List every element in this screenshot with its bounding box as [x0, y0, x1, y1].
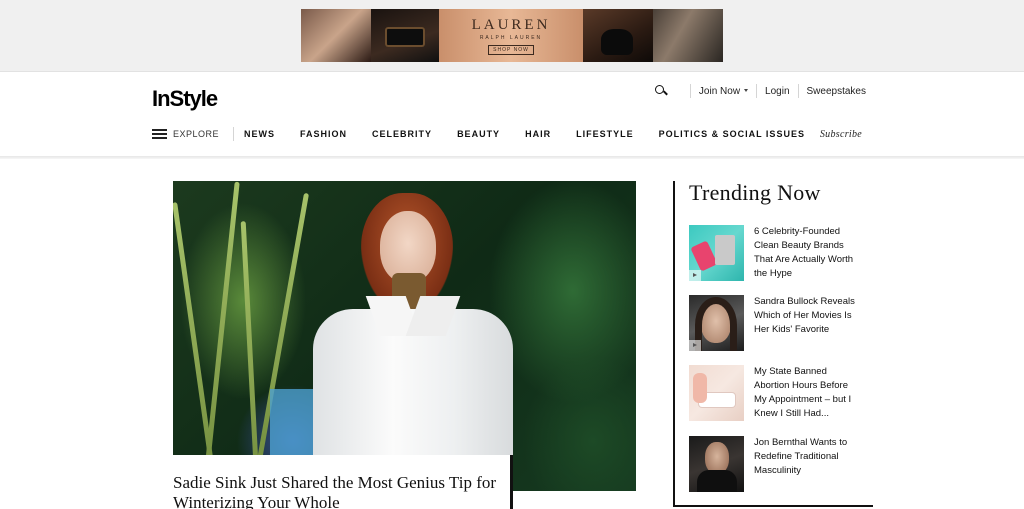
divider [797, 84, 799, 98]
trending-item[interactable]: Sandra Bullock Reveals Which of Her Movi… [689, 295, 869, 351]
trending-item-title: Jon Bernthal Wants to Redefine Tradition… [754, 437, 848, 476]
trending-title: Trending Now [689, 180, 821, 205]
join-now-button[interactable]: Join Now [698, 85, 749, 97]
nav-item-politics[interactable]: POLITICS & SOCIAL ISSUES [659, 129, 805, 139]
main-nav: EXPLORE NEWS FASHION CELEBRITY BEAUTY HA… [152, 124, 862, 144]
play-icon [689, 270, 701, 281]
nav-item-celebrity[interactable]: CELEBRITY [372, 129, 432, 139]
header-divider [0, 156, 1024, 159]
divider [689, 84, 691, 98]
trending-item-title: Sandra Bullock Reveals Which of Her Movi… [754, 296, 855, 335]
hero-caption-box: Sadie Sink Just Shared the Most Genius T… [173, 455, 513, 509]
ad-photo-1 [301, 9, 371, 62]
trending-thumbnail [689, 295, 744, 351]
advertisement-banner[interactable]: LAUREN RALPH LAUREN SHOP NOW [301, 9, 723, 62]
explore-menu[interactable]: EXPLORE [173, 129, 219, 139]
trending-thumbnail [689, 225, 744, 281]
trending-thumbnail [689, 436, 744, 492]
plant-stem [240, 221, 261, 491]
trending-item-title: 6 Celebrity-Founded Clean Beauty Brands … [754, 226, 854, 279]
trending-divider [673, 181, 675, 507]
play-icon [689, 340, 701, 351]
plant-stem [201, 181, 240, 491]
ad-photo-bag [583, 9, 653, 62]
search-icon[interactable] [654, 84, 668, 98]
trending-divider [673, 505, 873, 507]
ad-brand-panel: LAUREN RALPH LAUREN SHOP NOW [439, 9, 583, 62]
sweepstakes-link[interactable]: Sweepstakes [807, 86, 866, 97]
trending-item-title: My State Banned Abortion Hours Before My… [754, 366, 852, 419]
trending-item[interactable]: Jon Bernthal Wants to Redefine Tradition… [689, 436, 869, 492]
nav-item-fashion[interactable]: FASHION [300, 129, 347, 139]
ad-brand: LAUREN [471, 16, 551, 33]
trending-thumbnail [689, 365, 744, 421]
hero-headline[interactable]: Sadie Sink Just Shared the Most Genius T… [173, 473, 503, 509]
utility-bar: Join Now Login Sweepstakes [654, 82, 866, 100]
ad-subbrand: RALPH LAUREN [479, 34, 543, 41]
hero-image[interactable] [173, 181, 636, 491]
ad-band: LAUREN RALPH LAUREN SHOP NOW [0, 0, 1024, 72]
subscribe-link[interactable]: Subscribe [820, 129, 862, 140]
trending-item[interactable]: 6 Celebrity-Founded Clean Beauty Brands … [689, 225, 869, 281]
nav-item-lifestyle[interactable]: LIFESTYLE [576, 129, 634, 139]
ad-photo-handbag [371, 9, 439, 62]
nav-item-beauty[interactable]: BEAUTY [457, 129, 500, 139]
nav-item-hair[interactable]: HAIR [525, 129, 551, 139]
plant-stem [173, 202, 219, 491]
ad-photo-models [653, 9, 723, 62]
ad-shop-now-button[interactable]: SHOP NOW [488, 44, 534, 55]
join-now-label: Join Now [698, 85, 741, 97]
trending-item[interactable]: My State Banned Abortion Hours Before My… [689, 365, 869, 421]
site-logo[interactable]: InStyle [152, 86, 218, 112]
divider [233, 127, 235, 141]
login-link[interactable]: Login [765, 86, 789, 97]
chevron-down-icon [744, 89, 749, 93]
hamburger-icon[interactable] [152, 129, 167, 139]
nav-item-news[interactable]: NEWS [244, 129, 275, 139]
divider [756, 84, 758, 98]
